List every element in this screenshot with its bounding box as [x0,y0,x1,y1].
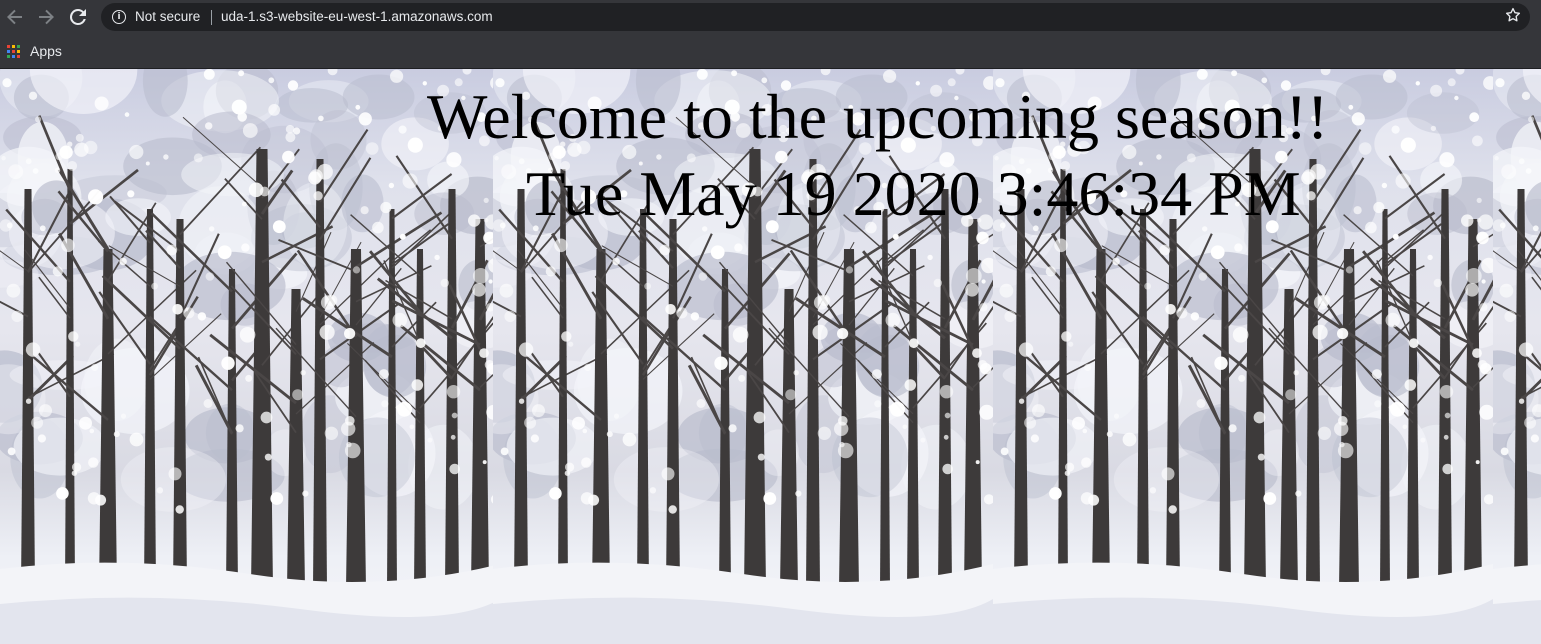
bookmarks-bar: Apps [0,34,1541,69]
snowy-forest-image [993,69,1493,644]
star-icon[interactable] [1504,6,1522,29]
forward-button[interactable] [34,5,58,29]
snowy-forest-image [0,69,493,644]
welcome-heading: Welcome to the upcoming season!! [427,81,1329,152]
browser-toolbar: i Not secure uda-1.s3-website-eu-west-1.… [0,0,1541,34]
snowy-forest-image [493,69,993,644]
security-label[interactable]: Not secure [135,9,200,24]
info-icon[interactable]: i [112,10,126,24]
reload-button[interactable] [66,5,90,29]
snowy-forest-image [1493,69,1541,644]
browser-chrome: i Not secure uda-1.s3-website-eu-west-1.… [0,0,1541,69]
apps-grid-icon [7,44,20,58]
reload-icon [69,8,86,25]
arrow-left-icon [7,9,22,25]
omnibox-divider [211,10,212,25]
web-page: Welcome to the upcoming season!! Tue May… [0,69,1541,644]
apps-shortcut[interactable]: Apps [7,41,62,61]
current-datetime: Tue May 19 2020 3:46:34 PM [526,158,1301,229]
address-bar[interactable]: i Not secure uda-1.s3-website-eu-west-1.… [101,3,1530,31]
arrow-right-icon [39,9,54,25]
url-text[interactable]: uda-1.s3-website-eu-west-1.amazonaws.com [221,9,493,24]
back-button[interactable] [3,5,27,29]
apps-label[interactable]: Apps [30,43,62,59]
